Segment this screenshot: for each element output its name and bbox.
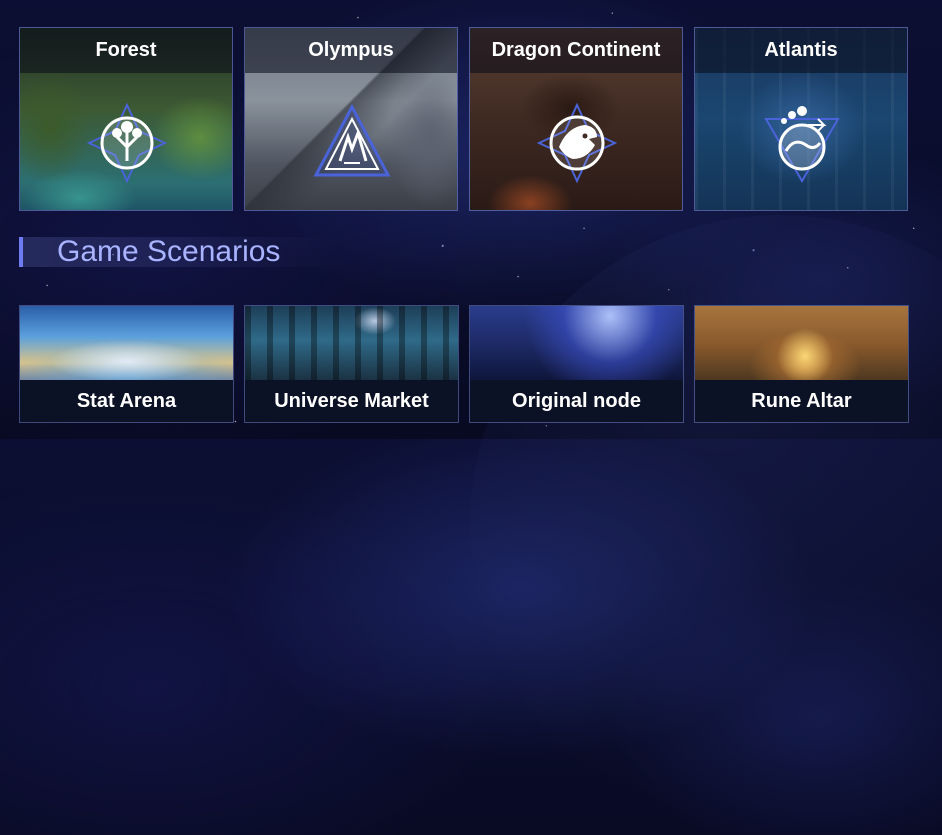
scenario-label: Rune Altar (695, 380, 908, 422)
section-title: Game Scenarios (57, 235, 281, 268)
scenario-card-rune-altar[interactable]: Rune Altar (694, 305, 909, 423)
world-card-title: Dragon Continent (470, 28, 682, 73)
world-card-title: Olympus (245, 28, 457, 73)
scenario-card-original-node[interactable]: Original node (469, 305, 684, 423)
universe-market-thumbnail (245, 306, 458, 382)
scenario-label: Universe Market (245, 380, 458, 422)
scenario-card-universe-market[interactable]: Universe Market (244, 305, 459, 423)
stat-arena-thumbnail (20, 306, 233, 382)
section-header: Game Scenarios (19, 233, 339, 269)
mountain-emblem-icon (313, 103, 391, 177)
world-card-title: Forest (20, 28, 232, 73)
dragon-emblem-icon (537, 103, 617, 183)
world-card-title: Atlantis (695, 28, 907, 73)
world-card-dragon-continent[interactable]: Dragon Continent (469, 27, 683, 211)
original-node-thumbnail (470, 306, 683, 382)
world-card-olympus[interactable]: Olympus (244, 27, 458, 211)
rune-altar-thumbnail (695, 306, 908, 382)
world-card-forest[interactable]: Forest (19, 27, 233, 211)
scenario-label: Original node (470, 380, 683, 422)
world-card-atlantis[interactable]: Atlantis (694, 27, 908, 211)
wave-emblem-icon (764, 106, 840, 183)
tree-emblem-icon (87, 103, 167, 183)
scenario-label: Stat Arena (20, 380, 233, 422)
scenario-card-stat-arena[interactable]: Stat Arena (19, 305, 234, 423)
